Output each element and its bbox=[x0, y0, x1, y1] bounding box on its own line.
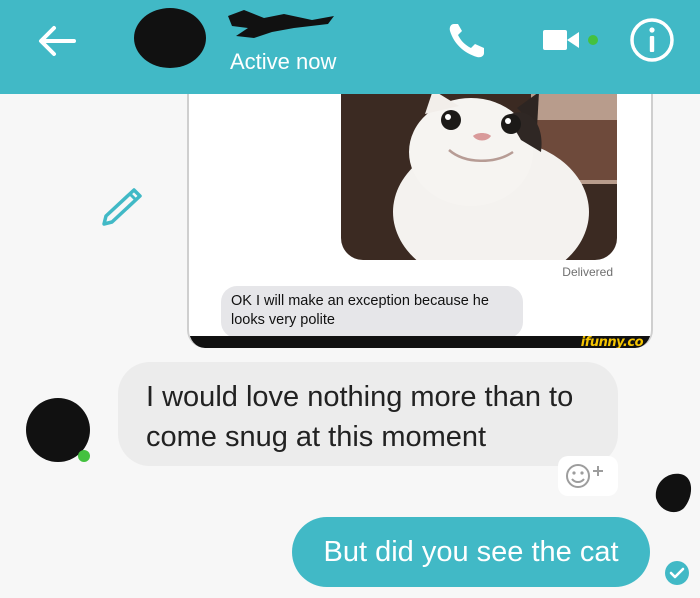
info-icon[interactable] bbox=[628, 16, 676, 64]
cat-photo bbox=[341, 94, 617, 260]
embedded-screenshot-image[interactable]: Delivered OK I will make an exception be… bbox=[187, 94, 653, 348]
outgoing-message-bubble[interactable]: But did you see the cat bbox=[292, 517, 650, 587]
back-arrow-icon[interactable] bbox=[34, 22, 78, 60]
incoming-message-bubble[interactable]: I would love nothing more than to come s… bbox=[118, 362, 618, 466]
read-checkmark-icon bbox=[665, 561, 689, 585]
video-camera-icon[interactable] bbox=[541, 27, 601, 53]
add-reaction-icon[interactable] bbox=[558, 456, 618, 496]
ifunny-watermark: ifunny.co bbox=[580, 335, 644, 348]
pencil-icon[interactable] bbox=[98, 182, 152, 228]
embedded-message-bubble: OK I will make an exception because he l… bbox=[221, 286, 523, 338]
delivered-status: Delivered bbox=[562, 265, 613, 279]
own-avatar bbox=[655, 473, 692, 513]
phone-icon[interactable] bbox=[446, 20, 490, 60]
active-status: Active now bbox=[230, 49, 337, 74]
contact-avatar[interactable] bbox=[130, 6, 214, 68]
conversation-header: Active now bbox=[0, 0, 700, 94]
contact-name-redacted bbox=[228, 10, 334, 38]
sender-avatar[interactable] bbox=[22, 396, 98, 466]
